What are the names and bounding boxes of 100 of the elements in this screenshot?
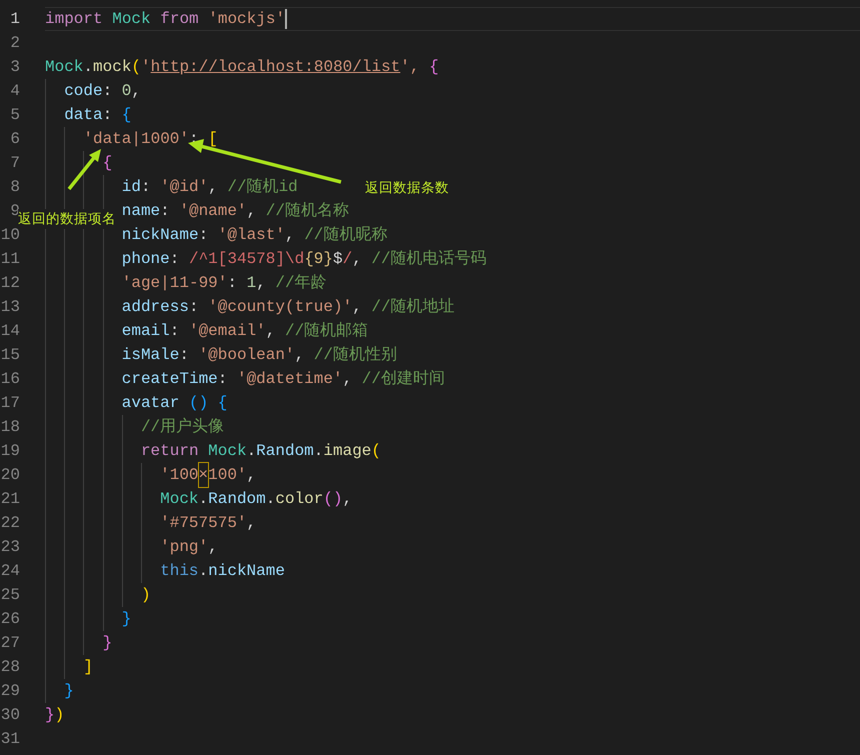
- property-name: nickName: [208, 561, 285, 582]
- bracket: ): [54, 705, 64, 726]
- regex-quantifier: {9}: [304, 249, 333, 270]
- bracket: (: [131, 57, 142, 78]
- keyword: return: [140, 441, 200, 462]
- punctuation: :: [170, 321, 180, 342]
- class-name: Mock: [208, 441, 247, 462]
- string-literal: '100: [160, 465, 199, 486]
- property-name: address: [122, 297, 189, 318]
- line-number: 19: [0, 441, 20, 462]
- property-name: code: [64, 81, 103, 102]
- property-name: id: [122, 177, 141, 198]
- bracket: }: [102, 633, 112, 654]
- punctuation: :: [227, 273, 238, 294]
- keyword: import: [45, 9, 104, 30]
- string-literal: '@county(true)': [208, 297, 352, 318]
- bracket: (): [188, 393, 208, 414]
- punctuation: .: [246, 441, 256, 462]
- line-number: 8: [9, 177, 20, 198]
- line-number: 13: [0, 297, 20, 318]
- line-number: 29: [0, 681, 20, 702]
- bracket: {: [122, 105, 132, 126]
- bracket: (: [371, 441, 382, 462]
- punctuation: ,: [294, 345, 306, 366]
- line-number: 23: [0, 537, 20, 558]
- line-number: 22: [0, 513, 20, 534]
- bracket: {: [216, 393, 228, 414]
- punctuation: ,: [246, 465, 256, 486]
- code-comment: //随机电话号码: [371, 248, 487, 270]
- line-number: 3: [9, 57, 20, 78]
- property-name: nickName: [122, 225, 199, 246]
- line-number: 4: [9, 81, 20, 102]
- punctuation: ,: [284, 225, 296, 246]
- string-literal: '#757575': [160, 513, 247, 534]
- string-literal: ',: [400, 57, 420, 78]
- string-literal: '@name': [179, 201, 247, 222]
- punctuation: ,: [342, 489, 352, 510]
- line-number: 15: [0, 345, 20, 366]
- property-name: Random: [208, 489, 266, 510]
- string-literal: '@id': [160, 177, 208, 198]
- function-name: image: [323, 441, 372, 462]
- line-number: 6: [9, 129, 20, 150]
- line-number: 7: [9, 153, 20, 174]
- punctuation: ,: [342, 369, 354, 390]
- punctuation: :: [188, 297, 200, 318]
- property-name: phone: [122, 249, 170, 270]
- bracket: ]: [83, 657, 93, 678]
- string-literal: '@last': [218, 225, 285, 246]
- property-name: name: [122, 201, 160, 222]
- bracket: [: [208, 129, 218, 150]
- url-link[interactable]: http://localhost:8080/list: [150, 55, 400, 79]
- property-name: avatar: [122, 393, 180, 414]
- bracket: }: [122, 609, 132, 630]
- punctuation: ,: [208, 537, 218, 558]
- string-literal: 'mockjs': [208, 9, 286, 30]
- annotation-label: 返回的数据项名: [18, 209, 116, 230]
- punctuation: :: [179, 345, 190, 366]
- bracket: (): [323, 489, 343, 510]
- code-comment: //用户头像: [140, 416, 224, 438]
- line-number: 16: [0, 369, 20, 390]
- punctuation: :: [198, 225, 210, 246]
- line-number: 12: [0, 273, 20, 294]
- punctuation: :: [170, 249, 180, 270]
- code-comment: //年龄: [275, 273, 327, 294]
- bracket: }: [64, 681, 74, 702]
- line-number: 21: [0, 489, 20, 510]
- punctuation: :: [140, 177, 152, 198]
- punctuation: :: [160, 201, 171, 222]
- line-number: 31: [0, 729, 20, 750]
- class-name: Mock: [45, 57, 84, 78]
- code-comment: //随机邮箱: [284, 320, 368, 342]
- regex-literal: /: [342, 249, 352, 270]
- line-number: 2: [9, 33, 20, 54]
- punctuation: .: [266, 489, 276, 510]
- punctuation: $: [333, 249, 343, 270]
- punctuation: ,: [131, 81, 142, 102]
- regex-literal: /^1[34578]\d: [188, 249, 304, 270]
- this-keyword: this: [160, 561, 199, 582]
- punctuation: :: [102, 105, 114, 126]
- bracket: }: [45, 705, 55, 726]
- property-name: Random: [256, 441, 314, 462]
- string-literal: '@boolean': [198, 345, 295, 366]
- property-name: data: [64, 105, 103, 126]
- code-comment: //随机昵称: [304, 225, 388, 246]
- highlighted-character: ×: [198, 463, 208, 487]
- string-literal: 'png': [160, 537, 208, 558]
- punctuation: ,: [208, 177, 219, 198]
- punctuation: .: [314, 441, 324, 462]
- line-number: 18: [0, 417, 20, 438]
- line-number: 14: [0, 321, 20, 342]
- class-name: Mock: [160, 489, 199, 510]
- line-number: 24: [0, 561, 20, 582]
- punctuation: ,: [246, 201, 258, 222]
- punctuation: ,: [352, 297, 363, 318]
- line-number: 17: [0, 393, 20, 414]
- punctuation: ,: [246, 513, 256, 534]
- line-number: 1: [9, 9, 20, 30]
- line-number: 10: [0, 225, 20, 246]
- bracket: ): [140, 585, 151, 606]
- punctuation: ,: [266, 321, 276, 342]
